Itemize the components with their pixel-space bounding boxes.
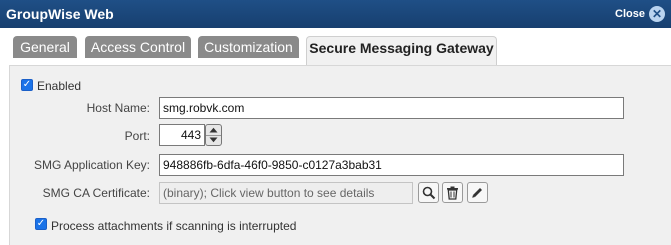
enabled-checkbox[interactable]: ✓ xyxy=(21,79,33,91)
view-icon[interactable] xyxy=(418,182,439,203)
app-key-label: SMG Application Key: xyxy=(33,158,150,172)
host-name-field[interactable]: smg.robvk.com xyxy=(159,97,624,119)
ca-cert-field: (binary); Click view button to see detai… xyxy=(159,182,413,204)
window-title: GroupWise Web xyxy=(6,6,114,22)
port-stepper[interactable] xyxy=(205,124,222,146)
tab-strip: General Access Control Customization Sec… xyxy=(0,28,671,65)
tab-access-control[interactable]: Access Control xyxy=(85,36,191,58)
host-name-label: Host Name: xyxy=(86,101,150,115)
process-attachments-checkbox[interactable]: ✓ xyxy=(35,218,47,230)
close-label: Close xyxy=(615,8,645,20)
close-icon[interactable]: ✕ xyxy=(649,6,665,22)
tab-general[interactable]: General xyxy=(13,36,77,58)
process-attachments-label: Process attachments if scanning is inter… xyxy=(51,219,297,233)
tab-customization[interactable]: Customization xyxy=(198,36,299,58)
stepper-up-icon[interactable] xyxy=(206,125,221,135)
enabled-label: Enabled xyxy=(37,79,82,93)
close-button[interactable]: Close ✕ xyxy=(615,4,665,24)
app-key-field[interactable]: 948886fb-6dfa-46f0-9850-c0127a3bab31 xyxy=(159,154,624,176)
port-label: Port: xyxy=(124,129,150,143)
tab-secure-messaging-gateway[interactable]: Secure Messaging Gateway xyxy=(306,36,497,65)
stepper-down-icon[interactable] xyxy=(206,134,221,146)
edit-icon[interactable] xyxy=(467,182,488,203)
delete-icon[interactable] xyxy=(442,182,463,203)
port-field[interactable]: 443 xyxy=(159,124,205,146)
title-bar: GroupWise Web Close ✕ xyxy=(0,0,671,28)
ca-cert-label: SMG CA Certificate: xyxy=(42,186,150,200)
